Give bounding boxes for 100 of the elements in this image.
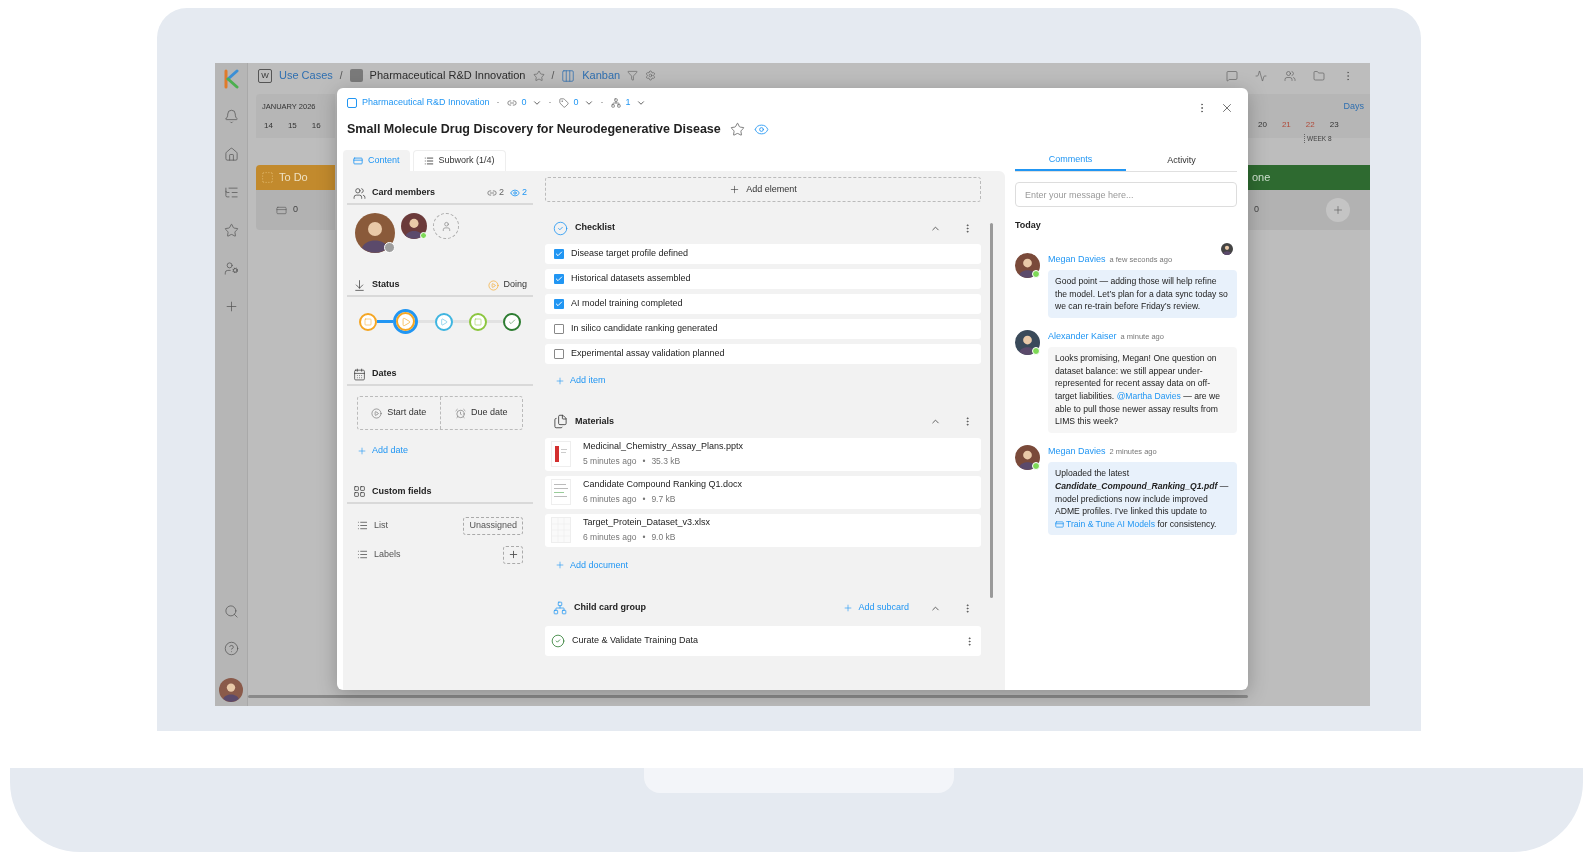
settings-icon[interactable]: [645, 70, 657, 81]
avatar: [1015, 329, 1040, 355]
file-thumbnail: [551, 441, 571, 467]
status-step[interactable]: [503, 312, 521, 331]
checklist-item[interactable]: AI model training completed: [545, 294, 981, 314]
date-button[interactable]: Due date: [439, 397, 522, 429]
check-icon: [508, 317, 516, 326]
tree-list-icon[interactable]: [223, 185, 239, 200]
separator: ·: [496, 96, 500, 110]
comment-text: Uploaded the latest Candidate_Compound_Ranking_Q1.pdf — model predictions now include improved ADME profiles. I’ve linked this update to Train & Tune AI Models for consistency.: [1048, 462, 1237, 536]
search-icon[interactable]: [223, 604, 239, 619]
notifications-icon[interactable]: [223, 109, 239, 124]
file-row[interactable]: Target_Protein_Dataset_v3.xlsx 6 minutes ago • 9.0 kB: [545, 513, 981, 547]
file-age: 6 minutes ago: [583, 531, 637, 545]
section-title: Checklist: [575, 221, 616, 235]
item-label: Experimental assay validation planned: [571, 347, 725, 361]
activity-icon[interactable]: [1255, 69, 1267, 82]
folder-icon[interactable]: [1313, 69, 1325, 82]
avatar: [1015, 444, 1040, 470]
section-title: Materials: [575, 414, 615, 428]
add-label-button[interactable]: [503, 545, 523, 564]
checklist-item[interactable]: Historical datasets assembled: [545, 269, 981, 289]
add-element-button[interactable]: Add element: [545, 177, 981, 202]
subcard-icon: [610, 98, 621, 108]
chevron-down-icon[interactable]: [531, 98, 542, 108]
checkbox[interactable]: [554, 349, 564, 359]
column-title: one: [1252, 170, 1271, 186]
checkbox[interactable]: [554, 324, 564, 334]
chat-icon[interactable]: [1226, 69, 1238, 82]
breadcrumb-link[interactable]: Pharmaceutical R&D Innovation: [369, 67, 526, 84]
field-label: Labels: [374, 547, 401, 561]
logo-icon: [222, 69, 240, 89]
checkbox[interactable]: [554, 299, 564, 309]
file-size: 9.0 kB: [651, 531, 676, 545]
link-icon: [486, 188, 497, 198]
message-input[interactable]: Enter your message here...: [1015, 182, 1237, 207]
plus-icon: [729, 184, 741, 195]
separator: ·: [600, 96, 604, 110]
play-icon: [400, 316, 411, 327]
help-icon[interactable]: [223, 641, 239, 656]
avatar: [219, 678, 243, 702]
plus-icon: [555, 375, 565, 386]
field-value[interactable]: Unassigned: [463, 516, 523, 535]
home-icon[interactable]: [223, 147, 239, 162]
checklist-item[interactable]: Disease target profile defined: [545, 244, 981, 264]
chevron-down-icon[interactable]: [635, 98, 646, 108]
section-title: Child card group: [574, 601, 646, 615]
list-icon: [357, 520, 368, 531]
file-name: Candidate Compound Ranking Q1.docx: [583, 477, 743, 491]
tab[interactable]: Activity: [1126, 150, 1237, 171]
file-row[interactable]: Candidate Compound Ranking Q1.docx 6 minutes ago • 9.7 kB: [545, 475, 981, 509]
day-number: 22: [1305, 118, 1315, 131]
tab[interactable]: Subwork (1/4): [412, 150, 506, 171]
filter-icon[interactable]: [627, 70, 639, 81]
eye-icon[interactable]: [753, 121, 769, 137]
close-icon[interactable]: [1220, 101, 1234, 115]
file-age: 5 minutes ago: [583, 455, 637, 469]
child-card[interactable]: Curate & Validate Training Data: [545, 626, 981, 656]
section-title: Status: [372, 278, 400, 292]
alarm-clock-icon: [455, 407, 466, 419]
check-icon: [555, 275, 563, 283]
add-icon[interactable]: [223, 299, 239, 314]
status-icon: [261, 171, 274, 184]
star-icon[interactable]: [532, 69, 545, 82]
users-icon[interactable]: [1284, 69, 1296, 82]
date-button[interactable]: Start date: [358, 397, 440, 429]
counter-value: 0: [573, 96, 579, 110]
checklist-item[interactable]: In silico candidate ranking generated: [545, 319, 981, 339]
star-icon[interactable]: [729, 121, 745, 137]
grid-icon: [353, 485, 366, 498]
checkbox[interactable]: [554, 274, 564, 284]
kanban-icon: [561, 68, 576, 83]
avatar: [1015, 252, 1040, 278]
checklist-item[interactable]: Experimental assay validation planned: [545, 344, 981, 364]
link-icon: [506, 98, 517, 108]
checkbox[interactable]: [554, 249, 564, 259]
play-icon: [371, 407, 383, 419]
plus-icon: [843, 603, 854, 613]
users-icon[interactable]: [223, 261, 239, 276]
file-thumbnail: [551, 479, 571, 505]
play-icon: [488, 279, 500, 291]
star-icon[interactable]: [223, 223, 239, 238]
card-count: 0: [1254, 203, 1259, 217]
file-row[interactable]: Medicinal_Chemistry_Assay_Plans.pptx 5 minutes ago • 35.3 kB: [545, 437, 981, 471]
chevron-down-icon[interactable]: [583, 98, 594, 108]
status-step[interactable]: [434, 312, 453, 331]
day-number: 21: [1281, 118, 1291, 131]
item-label: Disease target profile defined: [571, 247, 689, 261]
files-icon: [553, 414, 568, 429]
counter-value: 1: [625, 96, 631, 110]
project-badge: [347, 98, 357, 108]
separator: ·: [548, 96, 552, 110]
checklist-icon: [553, 220, 568, 236]
file-size: 9.7 kB: [651, 493, 676, 507]
tag-icon: [558, 98, 569, 108]
breadcrumb-separator: /: [339, 69, 343, 83]
square-icon: [364, 317, 372, 326]
add-card-button[interactable]: [1326, 198, 1350, 222]
file-size: 35.3 kB: [651, 455, 681, 469]
day-number: 16: [311, 120, 321, 133]
